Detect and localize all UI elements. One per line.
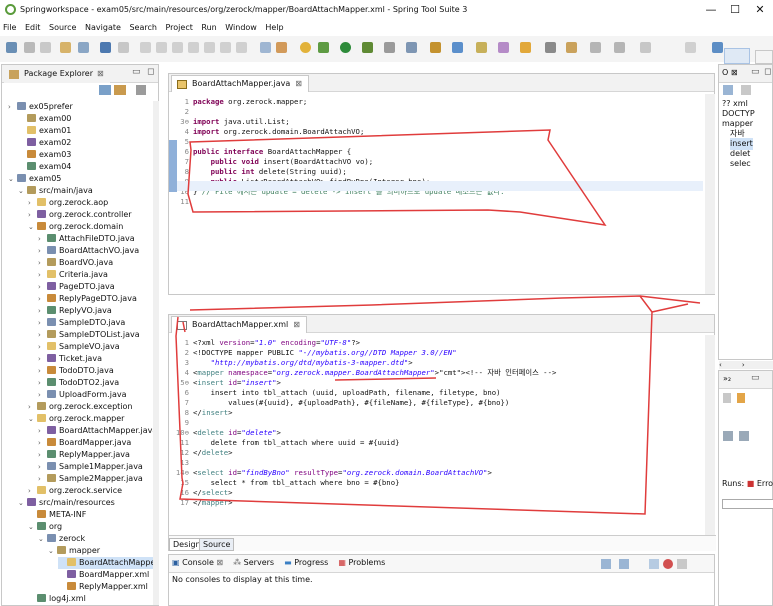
annotation-strikes <box>182 321 186 333</box>
annotation-underline <box>334 377 437 381</box>
annotation-box-java <box>187 129 607 226</box>
annotation-box-xml <box>175 295 653 515</box>
annotation-cross <box>639 295 701 313</box>
red-annotations <box>175 129 701 515</box>
